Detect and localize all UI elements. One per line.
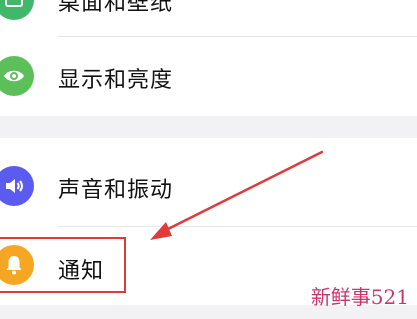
watermark: 新鲜事521 <box>310 285 409 309</box>
pointer-arrow <box>150 150 324 240</box>
settings-screen: 桌面和壁纸 显示和亮度 声音和振动 通知 新鲜事521 <box>0 0 417 319</box>
